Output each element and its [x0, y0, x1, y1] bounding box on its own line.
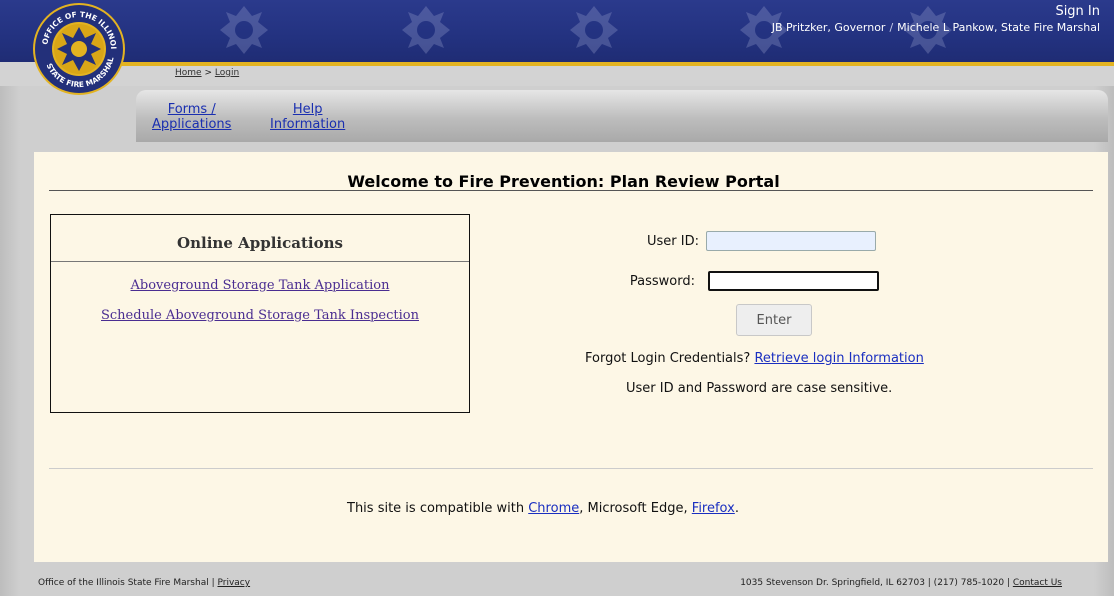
nav-forms-line1: Forms /	[167, 102, 216, 117]
browser-compatibility-note: This site is compatible with Chrome, Mic…	[347, 501, 739, 516]
nav-forms-applications-link[interactable]: Forms / Applications	[152, 102, 231, 132]
compat-suffix: .	[734, 501, 739, 516]
nav-help-information-link[interactable]: Help Information	[270, 102, 345, 132]
user-id-label: User ID:	[647, 234, 699, 249]
password-label: Password:	[629, 274, 695, 289]
site-header: Sign In JB Pritzker, Governor / Michele L …	[0, 0, 1114, 62]
main-content: Welcome to Fire Prevention: Plan Review …	[34, 152, 1108, 562]
user-id-input[interactable]	[706, 231, 876, 251]
maltese-cross-watermark-icon	[220, 6, 268, 54]
nav-forms-applications[interactable]: Forms / Applications	[152, 102, 231, 132]
footer-address-text: 1035 Stevenson Dr. Springfield, IL 62703…	[740, 578, 1010, 588]
password-input[interactable]	[708, 271, 879, 291]
online-applications-heading: Online Applications	[177, 234, 343, 252]
breadcrumb-home-link[interactable]: Home	[175, 68, 202, 78]
app-link-item: Schedule Aboveground Storage Tank Inspec…	[51, 308, 469, 323]
maltese-cross-watermark-icon	[570, 6, 618, 54]
enter-button[interactable]: Enter	[736, 304, 812, 336]
compat-middle: , Microsoft Edge,	[579, 501, 688, 516]
governor-name: JB Pritzker, Governor	[771, 21, 886, 34]
maltese-cross-watermark-icon	[402, 6, 450, 54]
gold-accent-bar	[120, 62, 1114, 66]
footer-left: Office of the Illinois State Fire Marsha…	[38, 578, 250, 588]
chrome-link[interactable]: Chrome	[528, 501, 579, 516]
breadcrumb-current-link[interactable]: Login	[215, 68, 239, 78]
page-title: Welcome to Fire Prevention: Plan Review …	[347, 172, 780, 191]
officials-separator: /	[889, 21, 894, 34]
online-applications-panel: Online Applications Aboveground Storage …	[50, 214, 470, 413]
compat-prefix: This site is compatible with	[347, 501, 525, 516]
retrieve-login-information-link[interactable]: Retrieve login Information	[754, 351, 923, 366]
title-divider	[49, 190, 1093, 191]
case-sensitive-note: User ID and Password are case sensitive.	[626, 381, 893, 396]
forgot-credentials-line: Forgot Login Credentials? Retrieve login…	[585, 351, 924, 366]
state-fire-marshal-seal-logo[interactable]: OFFICE OF THE ILLINOIS STATE FIRE MARSHA…	[32, 2, 126, 96]
aboveground-storage-tank-application-link[interactable]: Aboveground Storage Tank Application	[131, 278, 390, 293]
nav-help-line2: Information	[270, 117, 346, 132]
schedule-ast-inspection-link[interactable]: Schedule Aboveground Storage Tank Inspec…	[101, 308, 419, 323]
footer-right: 1035 Stevenson Dr. Springfield, IL 62703…	[740, 578, 1062, 588]
nav-help-information[interactable]: Help Information	[270, 102, 345, 132]
fire-marshal-name: Michele L Pankow, State Fire Marshal	[897, 21, 1100, 34]
breadcrumb: Home > Login	[175, 68, 239, 78]
officials-line: JB Pritzker, Governor / Michele L Pankow, …	[772, 21, 1100, 34]
forgot-credentials-text: Forgot Login Credentials?	[585, 351, 751, 366]
main-navigation: Forms / Applications Help Information	[136, 90, 1108, 142]
contact-us-link[interactable]: Contact Us	[1013, 578, 1062, 588]
nav-help-line1: Help	[292, 102, 323, 117]
sign-in-link[interactable]: Sign In	[1055, 4, 1100, 19]
privacy-link[interactable]: Privacy	[217, 578, 250, 588]
panel-divider	[51, 261, 469, 262]
nav-forms-line2: Applications	[152, 117, 232, 132]
breadcrumb-separator: >	[204, 68, 212, 78]
content-divider	[49, 468, 1093, 469]
app-link-item: Aboveground Storage Tank Application	[51, 278, 469, 293]
footer-office-text: Office of the Illinois State Fire Marsha…	[38, 578, 215, 588]
firefox-link[interactable]: Firefox	[692, 501, 735, 516]
